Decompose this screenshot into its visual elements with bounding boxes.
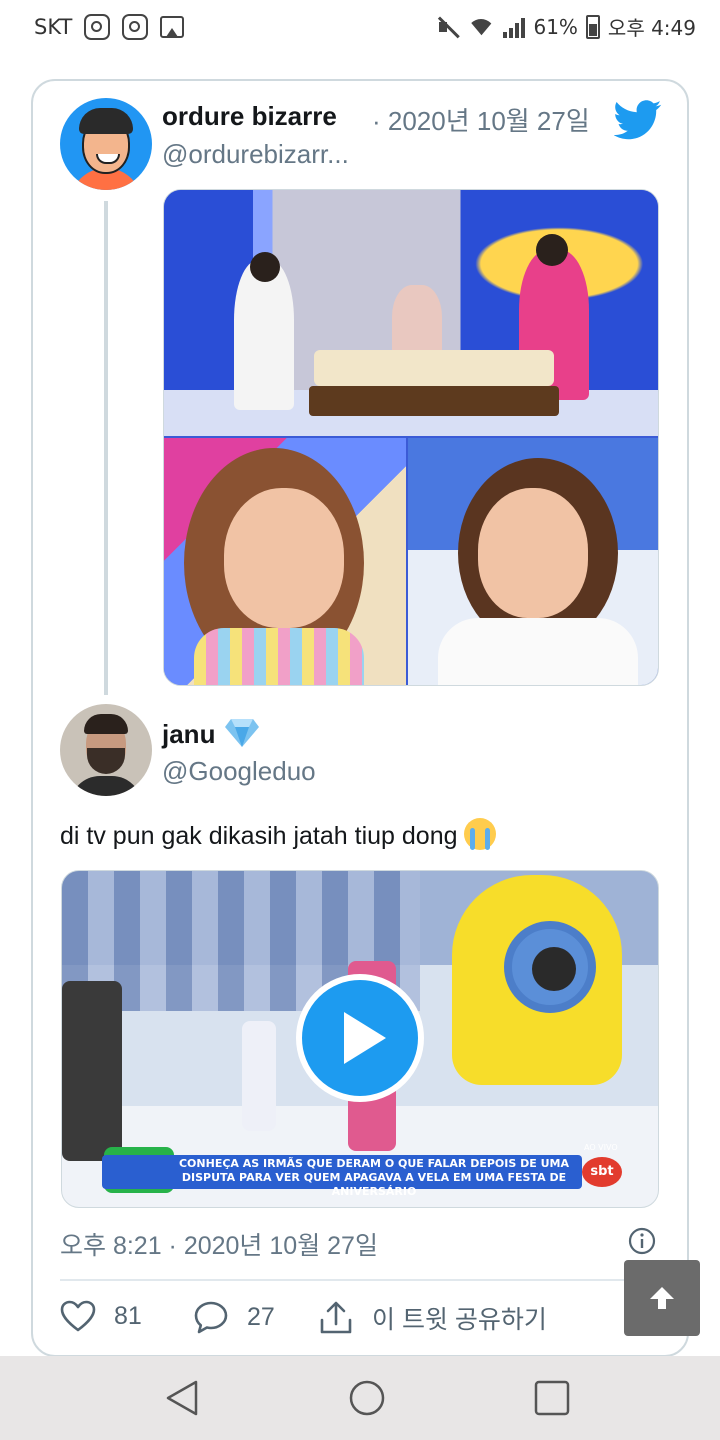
crying-face-icon (463, 818, 496, 850)
tweet-image[interactable] (163, 189, 659, 686)
video-banner-text: CONHEÇA AS IRMÃS QUE DERAM O QUE FALAR D… (178, 1157, 569, 1198)
navigation-bar (0, 1356, 720, 1440)
author-handle[interactable]: @ordurebizarr... (162, 139, 349, 170)
play-icon (344, 1012, 386, 1064)
tweet-text-content: di tv pun gak dikasih jatah tiup dong (60, 822, 458, 850)
avatar[interactable] (60, 704, 152, 796)
author-name[interactable]: janu (162, 719, 215, 750)
heart-icon (60, 1300, 96, 1332)
scroll-to-top-button[interactable] (624, 1260, 700, 1336)
signal-icon (503, 16, 526, 38)
nav-home-icon[interactable] (347, 1378, 387, 1418)
clock: 오후 4:49 (607, 16, 696, 40)
divider (60, 1279, 660, 1281)
nav-recents-icon[interactable] (532, 1378, 572, 1418)
share-icon (320, 1301, 352, 1334)
info-icon[interactable] (628, 1227, 656, 1255)
instagram-icon (84, 14, 111, 40)
share-label: 이 트윗 공유하기 (372, 1306, 547, 1334)
reply-count: 27 (247, 1302, 275, 1331)
thread-line (104, 201, 108, 695)
play-button[interactable] (296, 974, 424, 1102)
tweet-date[interactable]: · 2020년 10월 27일 (372, 101, 590, 138)
reply-icon (194, 1301, 228, 1334)
live-label: AO VIVO (584, 1143, 618, 1152)
avatar[interactable] (60, 98, 152, 190)
reply-button[interactable]: 27 (193, 1300, 275, 1334)
like-button[interactable]: 81 (60, 1300, 142, 1332)
instagram-icon (122, 14, 149, 40)
mute-icon (435, 15, 459, 39)
author-handle[interactable]: @Googleduo (162, 756, 316, 787)
battery-icon (585, 14, 600, 39)
author-name[interactable]: ordure bizarre (162, 101, 337, 132)
battery-percent: 61% (533, 14, 578, 39)
status-right: 61% 오후 4:49 (435, 12, 696, 41)
nav-back-icon[interactable] (162, 1378, 202, 1418)
twitter-bird-icon[interactable] (614, 100, 662, 140)
carrier-label: SKT (34, 15, 73, 39)
tweet-text: di tv pun gak dikasih jatah tiup dong (60, 818, 496, 851)
status-bar: SKT 61% 오후 4:49 (0, 0, 720, 54)
like-count: 81 (114, 1301, 142, 1330)
wifi-icon (467, 15, 495, 39)
diamond-icon (225, 719, 259, 747)
status-left: SKT (34, 14, 185, 40)
tweet-timestamp[interactable]: 오후 8:21 · 2020년 10월 27일 (60, 1226, 378, 1262)
arrow-up-icon (650, 1287, 674, 1309)
gallery-icon (160, 16, 185, 38)
channel-logo: sbt (582, 1157, 622, 1187)
share-button[interactable]: 이 트윗 공유하기 (318, 1300, 547, 1336)
